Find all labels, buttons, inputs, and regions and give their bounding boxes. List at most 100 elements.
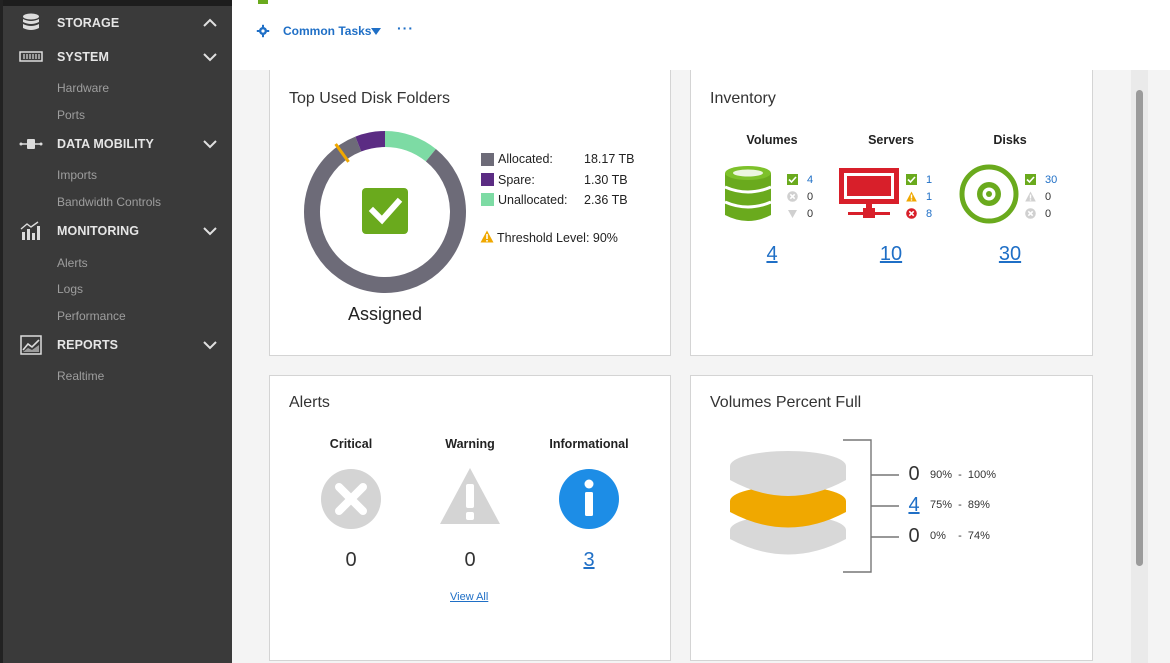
panel-title: Volumes Percent Full (710, 394, 862, 411)
legend-label: Spare: (498, 173, 535, 187)
sidebar-item-logs[interactable]: Logs (57, 282, 83, 296)
legend-swatch-spare (481, 173, 494, 186)
volumes-75-89-range: 75% - 89% (930, 499, 990, 511)
nav-section-label: REPORTS (57, 338, 119, 352)
panel-title: Top Used Disk Folders (289, 90, 450, 107)
inventory-panel: Inventory Volumes 4 0 0 4 Servers 1 1 8 … (690, 70, 1093, 356)
warning-triangle-icon (440, 468, 500, 524)
disk-usage-donut (304, 131, 466, 293)
nav-section-system[interactable]: SYSTEM (3, 43, 232, 71)
servers-ok-count: 1 (926, 174, 933, 186)
common-tasks-menu[interactable]: Common Tasks (283, 24, 371, 38)
volumes-0-74-range: 0% - 74% (930, 530, 990, 542)
inventory-volumes-title: Volumes (746, 133, 798, 147)
sidebar: STORAGE SYSTEM Hardware Ports DATA MOBIL… (0, 0, 235, 663)
nav-section-label: STORAGE (57, 16, 120, 30)
legend-value: 18.17 TB (584, 152, 635, 166)
sidebar-top-bar (3, 0, 235, 6)
chevron-down-icon[interactable] (202, 337, 218, 353)
scrollbar-thumb[interactable] (1136, 90, 1143, 566)
bracket-connector (843, 439, 899, 573)
volumes-ok-count: 4 (807, 174, 814, 186)
chevron-down-icon[interactable] (202, 223, 218, 239)
panel-title: Inventory (710, 90, 776, 107)
legend-label: Allocated: (498, 152, 553, 166)
servers-warning-count: 1 (926, 191, 933, 203)
check-icon (906, 174, 917, 185)
legend-swatch-unallocated (481, 193, 494, 206)
donut-center-label: Assigned (347, 304, 423, 324)
chevron-up-icon[interactable] (202, 15, 218, 31)
disk-folders-panel: Top Used Disk Folders Assigned Allocated… (269, 70, 671, 356)
critical-x-icon (321, 469, 381, 529)
inventory-servers-title: Servers (868, 133, 914, 147)
sidebar-item-imports[interactable]: Imports (57, 168, 97, 182)
alerts-informational-count-link[interactable]: 3 (529, 549, 649, 572)
view-all-alerts-link[interactable]: View All (450, 591, 488, 603)
sidebar-item-realtime[interactable]: Realtime (57, 369, 104, 383)
data-transfer-icon (19, 139, 43, 149)
volumes-count-link[interactable]: 4 (722, 243, 822, 266)
chevron-down-icon[interactable] (202, 136, 218, 152)
alerts-panel: Alerts Critical 0 Warning 0 Informationa… (269, 375, 671, 661)
nav-section-monitoring[interactable]: MONITORING (3, 217, 232, 245)
circle-x-icon (1025, 208, 1036, 219)
alerts-critical-title: Critical (329, 437, 373, 451)
threshold-label: Threshold Level: 90% (497, 231, 618, 245)
circle-x-icon (787, 191, 798, 202)
nav-section-reports[interactable]: REPORTS (3, 331, 232, 359)
sidebar-item-performance[interactable]: Performance (57, 309, 126, 323)
servers-count-link[interactable]: 10 (841, 243, 941, 266)
error-icon (906, 208, 917, 219)
server-monitor-icon[interactable] (838, 167, 900, 223)
volumes-90-100-count: 0 (908, 463, 920, 485)
sidebar-item-alerts[interactable]: Alerts (57, 256, 88, 270)
alerts-informational-title: Informational (549, 437, 629, 451)
alerts-critical-count: 0 (345, 549, 357, 571)
status-indicator (258, 0, 268, 4)
database-icon (23, 13, 39, 30)
toolbar: Common Tasks ··· (232, 0, 1170, 70)
sidebar-item-hardware[interactable]: Hardware (57, 81, 109, 95)
warning-icon (906, 191, 917, 202)
warning-icon (1025, 191, 1036, 202)
gear-icon[interactable] (256, 24, 270, 38)
volumes-75-89-count-link[interactable]: 4 (906, 494, 922, 517)
info-icon (559, 469, 619, 529)
nav-section-label: MONITORING (57, 224, 140, 238)
volumes-icon[interactable] (723, 165, 773, 225)
alerts-warning-count: 0 (464, 549, 476, 571)
legend-value: 2.36 TB (584, 193, 628, 207)
inventory-disks-title: Disks (993, 133, 1027, 147)
nav-section-storage[interactable]: STORAGE (3, 9, 232, 37)
servers-error-count: 8 (926, 208, 933, 220)
alerts-warning-title: Warning (445, 437, 495, 451)
legend-swatch-allocated (481, 153, 494, 166)
disk-icon[interactable] (959, 164, 1019, 224)
volumes-90-100-range: 90% - 100% (930, 469, 997, 481)
legend-value: 1.30 TB (584, 173, 628, 187)
chevron-down-icon[interactable] (202, 49, 218, 65)
nav-section-label: DATA MOBILITY (57, 137, 154, 151)
nav-section-label: SYSTEM (57, 50, 109, 64)
disks-error-count: 0 (1045, 208, 1052, 220)
nav-section-data-mobility[interactable]: DATA MOBILITY (3, 130, 232, 158)
caret-down-icon[interactable] (370, 27, 382, 36)
check-icon (787, 174, 798, 185)
more-options-button[interactable]: ··· (397, 20, 414, 36)
panel-title: Alerts (289, 394, 330, 411)
volumes-down-count: 0 (807, 208, 814, 220)
disks-count-link[interactable]: 30 (960, 243, 1060, 266)
donut-segment-spare (355, 131, 386, 152)
donut-segment-unallocated (384, 131, 436, 162)
volumes-percent-full-panel: Volumes Percent Full 0 90% - 100% 4 75% … (690, 375, 1093, 661)
server-rack-icon (19, 51, 43, 62)
disks-ok-count: 30 (1045, 174, 1058, 186)
sidebar-item-bandwidth-controls[interactable]: Bandwidth Controls (57, 195, 161, 209)
volume-stack-icon (730, 451, 846, 555)
vertical-scrollbar[interactable] (1131, 70, 1148, 663)
disks-warning-count: 0 (1045, 191, 1052, 203)
sidebar-item-ports[interactable]: Ports (57, 108, 85, 122)
legend-label: Unallocated: (498, 193, 568, 207)
check-icon (1025, 174, 1036, 185)
